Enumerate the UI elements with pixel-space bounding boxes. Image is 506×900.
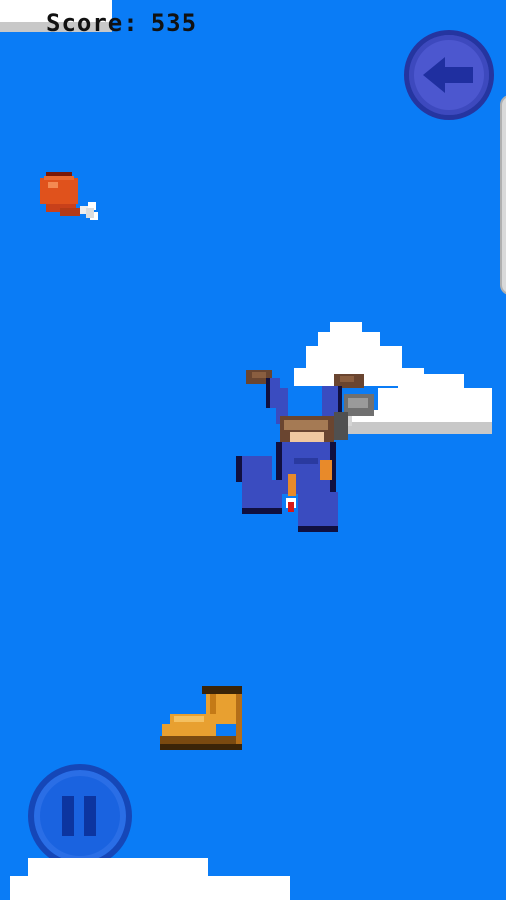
cloud-bottom bbox=[10, 858, 290, 900]
score-value: 535 bbox=[150, 9, 198, 37]
boot-icon[interactable] bbox=[156, 684, 248, 756]
game-scene[interactable]: Score: 535 bbox=[0, 0, 506, 900]
score-label: Score: bbox=[46, 9, 139, 37]
back-button[interactable] bbox=[404, 30, 494, 120]
drumstick-icon[interactable] bbox=[36, 168, 102, 232]
score-display: Score: 535 bbox=[46, 8, 197, 38]
pause-icon bbox=[62, 796, 96, 836]
back-arrow-icon bbox=[423, 57, 473, 93]
side-drawer-handle[interactable] bbox=[500, 95, 506, 295]
player-character bbox=[236, 370, 374, 532]
